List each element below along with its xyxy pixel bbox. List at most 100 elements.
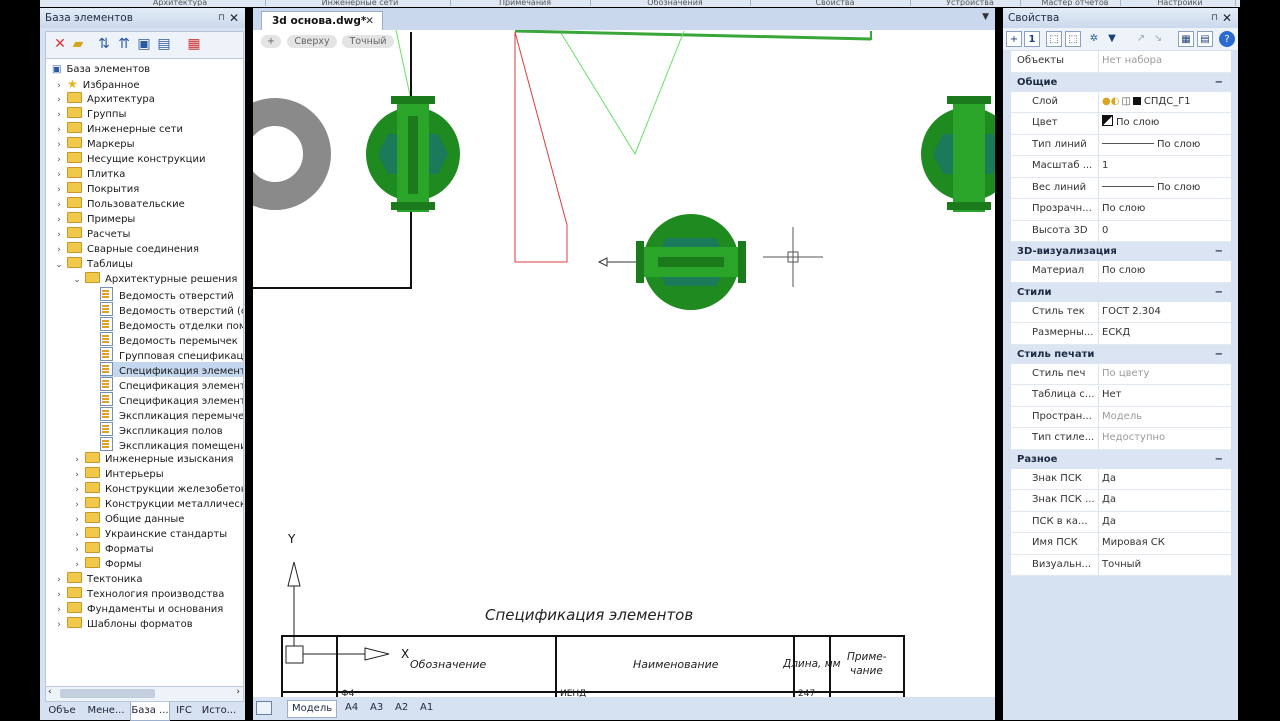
property-value[interactable]: Да bbox=[1098, 511, 1231, 532]
property-section[interactable]: Разное − bbox=[1011, 449, 1231, 469]
expand-icon[interactable]: › bbox=[54, 243, 64, 258]
tree-item[interactable]: › Конструкции железобетонны bbox=[72, 482, 243, 498]
tree-item[interactable]: › Конструкции металлические bbox=[72, 497, 243, 513]
expand-icon[interactable]: › bbox=[54, 588, 64, 603]
expand-icon[interactable]: › bbox=[54, 93, 64, 108]
help-icon[interactable]: ? bbox=[1219, 31, 1235, 47]
filter-icon[interactable]: ▼ bbox=[1104, 31, 1120, 47]
property-row[interactable]: Масштаб ... 1 bbox=[1011, 156, 1231, 178]
tree-item[interactable]: › Технология производства bbox=[54, 587, 224, 602]
layout-tab[interactable]: А3 bbox=[370, 700, 383, 716]
collapse-section-icon[interactable]: − bbox=[1215, 450, 1223, 469]
scroll-thumb[interactable] bbox=[60, 689, 155, 698]
property-row[interactable]: Стиль тек ГОСТ 2.304 bbox=[1011, 301, 1231, 323]
scroll-right-icon[interactable]: › bbox=[236, 687, 240, 697]
property-row[interactable]: Таблица с... Нет bbox=[1011, 385, 1231, 407]
tree-item[interactable]: ⌄ Таблицы bbox=[54, 257, 133, 272]
add-icon[interactable]: + bbox=[1006, 31, 1022, 47]
property-section[interactable]: Общие − bbox=[1011, 72, 1231, 92]
grid-view-icon[interactable]: ▦ bbox=[1178, 31, 1194, 47]
property-value[interactable]: По слою bbox=[1098, 113, 1231, 134]
tree-item[interactable]: Групповая спецификаци bbox=[100, 347, 243, 362]
expand-icon[interactable]: › bbox=[72, 558, 82, 573]
property-row[interactable]: Материал По слою bbox=[1011, 261, 1231, 283]
expand-icon[interactable]: › bbox=[72, 528, 82, 543]
expand-icon[interactable]: › bbox=[54, 168, 64, 183]
tree-item[interactable]: › Украинские стандарты bbox=[72, 527, 227, 542]
expand-icon[interactable]: › bbox=[72, 543, 82, 558]
tree-item[interactable]: › Примеры bbox=[54, 212, 135, 227]
expand-icon[interactable]: › bbox=[54, 153, 64, 168]
tree-item[interactable]: › Шаблоны форматов bbox=[54, 617, 193, 632]
one-object-icon[interactable]: 1 bbox=[1024, 31, 1040, 47]
property-row[interactable]: Тип линий По слою bbox=[1011, 134, 1231, 156]
property-value[interactable]: По слою bbox=[1098, 134, 1231, 155]
view-direction-button[interactable]: Сверху bbox=[287, 35, 337, 48]
property-value[interactable]: Точный bbox=[1098, 554, 1231, 575]
tree-item[interactable]: › ★ Избранное bbox=[54, 77, 139, 92]
properties-pin-icon[interactable]: ⊓ bbox=[1211, 8, 1218, 28]
tree-item[interactable]: Ведомость перемычек bbox=[100, 332, 238, 347]
expand-icon[interactable]: › bbox=[72, 513, 82, 528]
property-section[interactable]: Стили − bbox=[1011, 282, 1231, 302]
tree-item[interactable]: › Расчеты bbox=[54, 227, 130, 242]
layouts-menu-icon[interactable] bbox=[256, 701, 272, 715]
expand-icon[interactable]: › bbox=[72, 453, 82, 468]
tree-item[interactable]: Экспликация полов bbox=[100, 422, 223, 437]
property-value[interactable]: ЕСКД bbox=[1098, 323, 1231, 344]
expand-icon[interactable]: › bbox=[72, 483, 82, 498]
select-objects-icon[interactable]: ⬚ bbox=[1046, 31, 1062, 47]
property-value[interactable]: Мировая СК bbox=[1098, 533, 1231, 554]
tree-item[interactable]: ⌄ Архитектурные решения bbox=[72, 272, 237, 287]
property-value[interactable]: По цвету bbox=[1098, 363, 1231, 384]
property-row[interactable]: Тип стиле... Недоступно bbox=[1011, 428, 1231, 450]
property-value[interactable]: По слою bbox=[1098, 177, 1231, 198]
ribbon-tab[interactable]: Обозначения bbox=[600, 0, 751, 6]
expand-icon[interactable]: › bbox=[54, 618, 64, 633]
tree-item[interactable]: › Формы bbox=[72, 557, 142, 572]
collapse-icon[interactable]: ⌄ bbox=[54, 258, 64, 273]
tree-item[interactable]: › Группы bbox=[54, 107, 126, 122]
tree-item[interactable]: Спецификация элементо bbox=[100, 392, 243, 407]
tree-item[interactable]: Экспликация перемычек bbox=[100, 407, 243, 422]
property-row[interactable]: Имя ПСК Мировая СК bbox=[1011, 533, 1231, 555]
layout-tab[interactable]: А2 bbox=[395, 700, 408, 716]
expand-icon[interactable]: › bbox=[54, 108, 64, 123]
expand-icon[interactable]: › bbox=[54, 138, 64, 153]
property-row[interactable]: Прозрачн... По слою bbox=[1011, 199, 1231, 221]
collapse-section-icon[interactable]: − bbox=[1215, 73, 1223, 92]
property-value[interactable]: 0 bbox=[1098, 220, 1231, 241]
tree-item[interactable]: › Сварные соединения bbox=[54, 242, 199, 257]
property-row[interactable]: Высота 3D 0 bbox=[1011, 220, 1231, 242]
tree-item[interactable]: ▣ База элементов bbox=[52, 62, 150, 77]
expand-icon[interactable]: › bbox=[54, 603, 64, 618]
tree-item[interactable]: › Общие данные bbox=[72, 512, 184, 527]
expand-icon[interactable]: › bbox=[72, 468, 82, 483]
property-row[interactable]: Стиль печ По цвету bbox=[1011, 363, 1231, 385]
properties-close-icon[interactable]: ✕ bbox=[1222, 8, 1232, 28]
property-value[interactable]: По слою bbox=[1098, 199, 1231, 220]
panel-tab[interactable]: IFC bbox=[171, 702, 197, 720]
expand-icon[interactable]: › bbox=[54, 573, 64, 588]
objects-row[interactable]: Объекты Нет набора bbox=[1011, 51, 1231, 73]
add-folder-icon[interactable]: ▰ bbox=[70, 36, 86, 52]
drawing-canvas[interactable]: + Сверху Точный Спецификация элементов Y… bbox=[253, 30, 995, 697]
tree-item[interactable]: › Покрытия bbox=[54, 182, 139, 197]
property-row[interactable]: Размерны... ЕСКД bbox=[1011, 323, 1231, 345]
layout-tab[interactable]: Модель bbox=[287, 700, 338, 718]
expand-icon[interactable]: › bbox=[72, 498, 82, 513]
property-value[interactable]: Нет bbox=[1098, 385, 1231, 406]
property-value[interactable]: Да bbox=[1098, 468, 1231, 489]
tools-icon[interactable]: ✲ bbox=[1086, 31, 1102, 47]
collapse-section-icon[interactable]: − bbox=[1215, 283, 1223, 302]
panel-tab[interactable]: База ... bbox=[130, 702, 170, 721]
tree-item[interactable]: › Инженерные изыскания bbox=[72, 452, 233, 467]
tree-item[interactable]: Спецификация элементо bbox=[100, 377, 243, 392]
tree-item[interactable]: › Фундаменты и основания bbox=[54, 602, 223, 617]
horizontal-scrollbar[interactable]: ‹ › bbox=[45, 686, 244, 702]
close-icon[interactable]: ✕ bbox=[229, 8, 239, 28]
ribbon-tab[interactable]: Свойства bbox=[760, 0, 911, 6]
expand-icon[interactable]: › bbox=[54, 198, 64, 213]
tree-item[interactable]: › Маркеры bbox=[54, 137, 135, 152]
property-row[interactable]: Простран... Модель bbox=[1011, 406, 1231, 428]
